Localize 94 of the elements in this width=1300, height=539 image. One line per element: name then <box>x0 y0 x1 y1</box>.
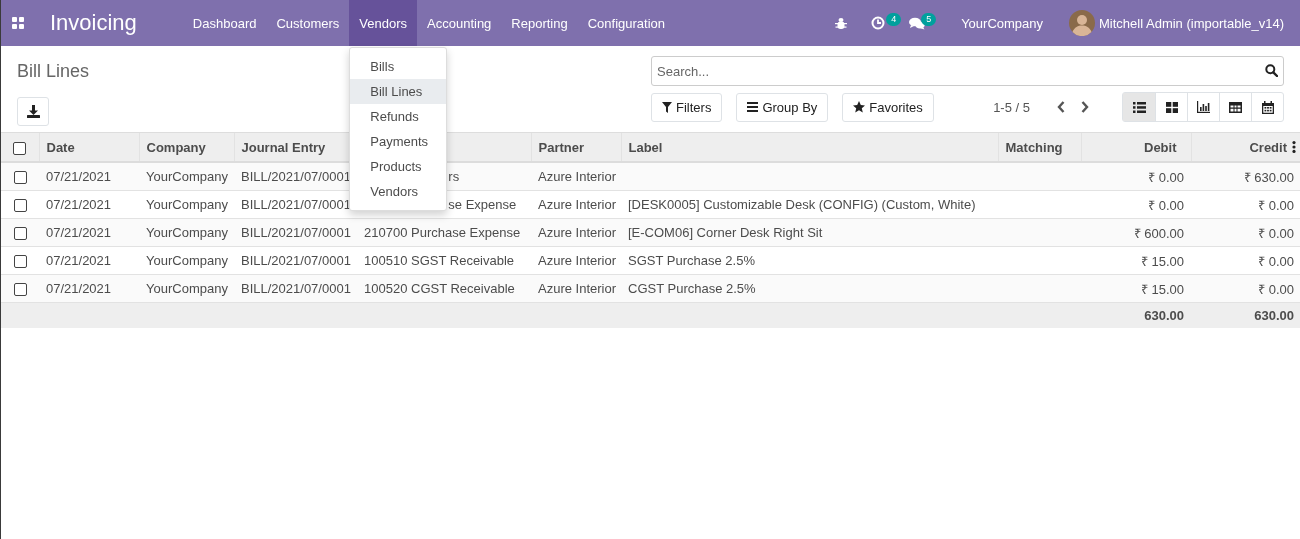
table-cell-text: ₹ 0.00 <box>1148 168 1184 186</box>
table-icon <box>1229 101 1242 113</box>
table-cell: se Expense <box>448 197 517 212</box>
table-cell-text: ₹ 0.00 <box>1258 196 1294 214</box>
table-cell: BILL/2021/07/0001 <box>241 169 351 184</box>
table-cell-text: ₹ 600.00 <box>1133 224 1184 242</box>
list-icon <box>1132 101 1146 113</box>
bars-icon <box>747 102 759 112</box>
bug-icon[interactable] <box>835 16 848 30</box>
column-header[interactable]: Label <box>628 139 663 155</box>
avatar-icon[interactable] <box>1069 10 1096 36</box>
download-icon <box>26 105 40 118</box>
menu-item[interactable]: Customers <box>266 0 350 46</box>
table-cell-text: ₹ 15.00 <box>1140 252 1184 270</box>
table-cell-text: ₹ 630.00 <box>1243 168 1294 186</box>
row-checkbox[interactable] <box>13 283 27 297</box>
table-cell: Azure Interior <box>538 225 617 240</box>
company-switcher[interactable]: YourCompany <box>949 15 1056 31</box>
table-cell: rs <box>448 169 460 184</box>
column-header[interactable]: Date <box>46 139 75 155</box>
table-cell: Azure Interior <box>538 253 617 268</box>
dropdown-item[interactable]: Bill Lines <box>350 79 447 104</box>
table-cell: Azure Interior <box>538 169 617 184</box>
table-cell: YourCompany <box>146 197 228 212</box>
message-count-badge: 5 <box>921 13 937 26</box>
dropdown-item[interactable]: Bills <box>350 54 447 79</box>
table-cell: 100520 CGST Receivable <box>364 281 515 296</box>
page-title: Bill Lines <box>17 61 90 83</box>
table-cell: YourCompany <box>146 225 228 240</box>
table-cell: 100510 SGST Receivable <box>364 253 515 268</box>
table-cell: BILL/2021/07/0001 <box>241 225 351 240</box>
menu-item[interactable]: Dashboard <box>182 0 267 46</box>
favorites-button[interactable]: Favorites <box>842 92 934 122</box>
table-cell: CGST Purchase 2.5% <box>628 281 756 296</box>
pager-text: 1-5 / 5 <box>993 99 1030 115</box>
user-menu[interactable]: Mitchell Admin (importable_v14) <box>1099 15 1284 31</box>
group-by-button[interactable]: Group By <box>736 92 829 122</box>
dropdown-item[interactable]: Vendors <box>350 179 447 204</box>
column-header[interactable]: Debit <box>1144 139 1177 155</box>
table-cell: SGST Purchase 2.5% <box>628 253 755 268</box>
activity-count-badge: 4 <box>886 13 902 26</box>
search-icon[interactable] <box>1265 64 1278 77</box>
chevron-left-icon[interactable] <box>1057 101 1065 113</box>
dropdown-item[interactable]: Payments <box>350 129 447 154</box>
menu-item[interactable]: Reporting <box>501 0 578 46</box>
total-cell: 630.00 <box>1144 308 1184 323</box>
chevron-right-icon[interactable] <box>1081 101 1089 113</box>
table-cell: BILL/2021/07/0001 <box>241 197 351 212</box>
table-cell-text: ₹ 0.00 <box>1258 280 1294 298</box>
search-field[interactable]: Search... <box>651 56 1284 86</box>
grid-icon <box>1165 101 1178 113</box>
menu-item[interactable]: Accounting <box>417 0 502 46</box>
dropdown-item[interactable]: Products <box>350 154 447 179</box>
dropdown-item[interactable]: Refunds <box>350 104 447 129</box>
table-cell: [DESK0005] Customizable Desk (CONFIG) (Custom, White) <box>628 197 976 212</box>
table-cell: 07/21/2021 <box>46 169 112 184</box>
table-cell: [E-COM06] Corner Desk Right Sit <box>628 225 823 240</box>
app-title: Invoicing <box>50 10 137 36</box>
table-cell: YourCompany <box>146 253 228 268</box>
row-checkbox[interactable] <box>13 227 27 241</box>
clock-icon[interactable] <box>871 16 886 30</box>
table-cell: 07/21/2021 <box>46 225 112 240</box>
bar-chart-icon <box>1197 101 1210 113</box>
table-cell: 07/21/2021 <box>46 253 112 268</box>
table-cell-text: ₹ 0.00 <box>1148 196 1184 214</box>
table-cell-text: ₹ 0.00 <box>1258 224 1294 242</box>
table-cell: YourCompany <box>146 169 228 184</box>
table-cell: YourCompany <box>146 281 228 296</box>
row-checkbox[interactable] <box>13 171 27 185</box>
kebab-menu-icon[interactable] <box>1292 141 1296 153</box>
table-cell-text: ₹ 15.00 <box>1140 280 1184 298</box>
list-view-button[interactable] <box>1123 93 1155 121</box>
table-cell: 07/21/2021 <box>46 281 112 296</box>
chat-icon[interactable] <box>909 16 926 30</box>
select-all-checkbox[interactable] <box>13 141 27 155</box>
table-cell: BILL/2021/07/0001 <box>241 281 351 296</box>
column-header[interactable]: Credit <box>1249 139 1287 155</box>
star-icon <box>853 101 866 113</box>
menu-item[interactable]: Vendors <box>349 0 417 46</box>
filter-icon <box>662 101 672 113</box>
table-cell: 07/21/2021 <box>46 197 112 212</box>
calendar-icon <box>1261 100 1274 114</box>
table-cell-text: ₹ 0.00 <box>1258 252 1294 270</box>
apps-icon[interactable] <box>12 17 24 29</box>
row-checkbox[interactable] <box>13 255 27 269</box>
table-cell: BILL/2021/07/0001 <box>241 253 351 268</box>
table-cell: Azure Interior <box>538 197 617 212</box>
filters-button[interactable]: Filters <box>651 92 723 122</box>
total-cell: 630.00 <box>1254 308 1294 323</box>
table-cell: 210700 Purchase Expense <box>364 225 521 240</box>
row-checkbox[interactable] <box>13 199 27 213</box>
table-cell: Azure Interior <box>538 281 617 296</box>
menu-item[interactable]: Configuration <box>577 0 676 46</box>
download-button[interactable] <box>17 97 49 126</box>
